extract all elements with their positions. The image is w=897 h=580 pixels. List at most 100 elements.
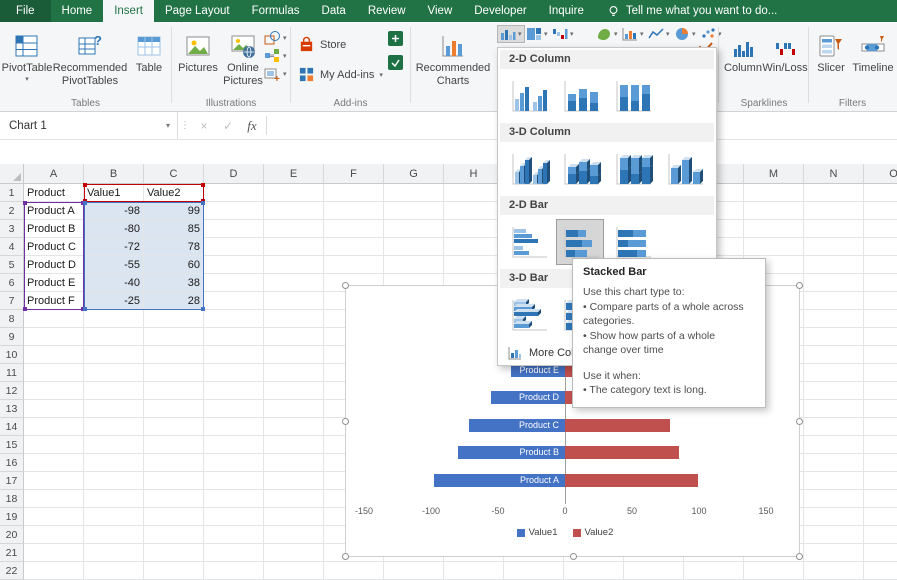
cell-A18[interactable]: [24, 490, 84, 508]
cell-B11[interactable]: [84, 364, 144, 382]
cell-O20[interactable]: [864, 526, 897, 544]
cell-O22[interactable]: [864, 562, 897, 580]
cell-A7[interactable]: Product F: [24, 292, 84, 310]
cell-O18[interactable]: [864, 490, 897, 508]
recommended-charts-button[interactable]: Recommended Charts: [414, 24, 492, 87]
cell-D10[interactable]: [204, 346, 264, 364]
cell-G1[interactable]: [384, 184, 444, 202]
cell-O17[interactable]: [864, 472, 897, 490]
cell-A9[interactable]: [24, 328, 84, 346]
cell-D8[interactable]: [204, 310, 264, 328]
row-header-1[interactable]: 1: [0, 184, 24, 202]
row-header-12[interactable]: 12: [0, 382, 24, 400]
cell-K22[interactable]: [624, 562, 684, 580]
column-header-H[interactable]: H: [444, 164, 504, 184]
cell-B2[interactable]: -98: [84, 202, 144, 220]
cell-E20[interactable]: [264, 526, 324, 544]
cell-B14[interactable]: [84, 418, 144, 436]
cell-N1[interactable]: [804, 184, 864, 202]
screenshot-button[interactable]: ▾: [264, 66, 287, 82]
tab-developer[interactable]: Developer: [463, 0, 537, 22]
cell-A19[interactable]: [24, 508, 84, 526]
cell-M3[interactable]: [744, 220, 804, 238]
row-header-19[interactable]: 19: [0, 508, 24, 526]
store-button[interactable]: Store: [298, 36, 346, 53]
cell-N13[interactable]: [804, 400, 864, 418]
cell-E3[interactable]: [264, 220, 324, 238]
row-header-10[interactable]: 10: [0, 346, 24, 364]
row-header-16[interactable]: 16: [0, 454, 24, 472]
cell-C15[interactable]: [144, 436, 204, 454]
cell-D1[interactable]: [204, 184, 264, 202]
my-addins-button[interactable]: My Add-ins ▾: [298, 66, 383, 83]
cell-I22[interactable]: [504, 562, 564, 580]
cell-N5[interactable]: [804, 256, 864, 274]
cell-A6[interactable]: Product E: [24, 274, 84, 292]
chart-resize-handle[interactable]: [796, 282, 803, 289]
cell-D2[interactable]: [204, 202, 264, 220]
cell-E8[interactable]: [264, 310, 324, 328]
cell-E17[interactable]: [264, 472, 324, 490]
cell-B7[interactable]: -25: [84, 292, 144, 310]
cell-N17[interactable]: [804, 472, 864, 490]
cell-O21[interactable]: [864, 544, 897, 562]
pivotchart-button[interactable]: ▾: [620, 26, 646, 42]
select-all-corner[interactable]: [0, 164, 24, 184]
row-header-17[interactable]: 17: [0, 472, 24, 490]
column-header-F[interactable]: F: [324, 164, 384, 184]
cell-O4[interactable]: [864, 238, 897, 256]
cell-C9[interactable]: [144, 328, 204, 346]
cell-G5[interactable]: [384, 256, 444, 274]
column-header-A[interactable]: A: [24, 164, 84, 184]
cell-O1[interactable]: [864, 184, 897, 202]
cell-N9[interactable]: [804, 328, 864, 346]
cell-C3[interactable]: 85: [144, 220, 204, 238]
cell-A3[interactable]: Product B: [24, 220, 84, 238]
cell-D5[interactable]: [204, 256, 264, 274]
cell-B4[interactable]: -72: [84, 238, 144, 256]
slicer-button[interactable]: Slicer: [812, 24, 850, 75]
chart-type-3d-column[interactable]: [660, 146, 708, 192]
cell-E16[interactable]: [264, 454, 324, 472]
formula-bar-splitter[interactable]: ⋮: [178, 112, 192, 139]
cell-A1[interactable]: Product: [24, 184, 84, 202]
bar-value2-product-c[interactable]: [565, 419, 670, 432]
cell-F5[interactable]: [324, 256, 384, 274]
cell-C18[interactable]: [144, 490, 204, 508]
cell-O7[interactable]: [864, 292, 897, 310]
timeline-button[interactable]: Timeline: [850, 24, 896, 75]
cell-C8[interactable]: [144, 310, 204, 328]
cell-E2[interactable]: [264, 202, 324, 220]
chart-type-clustered-column[interactable]: [504, 73, 552, 119]
recommended-pivottables-button[interactable]: ? Recommended PivotTables: [52, 24, 128, 87]
cell-N6[interactable]: [804, 274, 864, 292]
cell-B1[interactable]: Value1: [84, 184, 144, 202]
pictures-button[interactable]: Pictures: [176, 24, 220, 75]
cell-C12[interactable]: [144, 382, 204, 400]
cell-N2[interactable]: [804, 202, 864, 220]
cell-D11[interactable]: [204, 364, 264, 382]
name-box[interactable]: Chart 1: [0, 112, 159, 139]
cell-N4[interactable]: [804, 238, 864, 256]
cell-B12[interactable]: [84, 382, 144, 400]
cell-E19[interactable]: [264, 508, 324, 526]
cell-C21[interactable]: [144, 544, 204, 562]
tab-data[interactable]: Data: [311, 0, 357, 22]
cell-D9[interactable]: [204, 328, 264, 346]
cell-B9[interactable]: [84, 328, 144, 346]
cell-N15[interactable]: [804, 436, 864, 454]
chart-type-3d-100-stacked-column[interactable]: [608, 146, 656, 192]
name-box-caret[interactable]: ▾: [159, 112, 178, 139]
tab-formulas[interactable]: Formulas: [241, 0, 311, 22]
column-header-D[interactable]: D: [204, 164, 264, 184]
insert-column-chart-button[interactable]: ▾: [498, 26, 524, 42]
cell-M2[interactable]: [744, 202, 804, 220]
cell-A16[interactable]: [24, 454, 84, 472]
cell-E4[interactable]: [264, 238, 324, 256]
cell-H22[interactable]: [444, 562, 504, 580]
cell-J22[interactable]: [564, 562, 624, 580]
cell-E15[interactable]: [264, 436, 324, 454]
cell-D7[interactable]: [204, 292, 264, 310]
cell-F2[interactable]: [324, 202, 384, 220]
cell-F22[interactable]: [324, 562, 384, 580]
